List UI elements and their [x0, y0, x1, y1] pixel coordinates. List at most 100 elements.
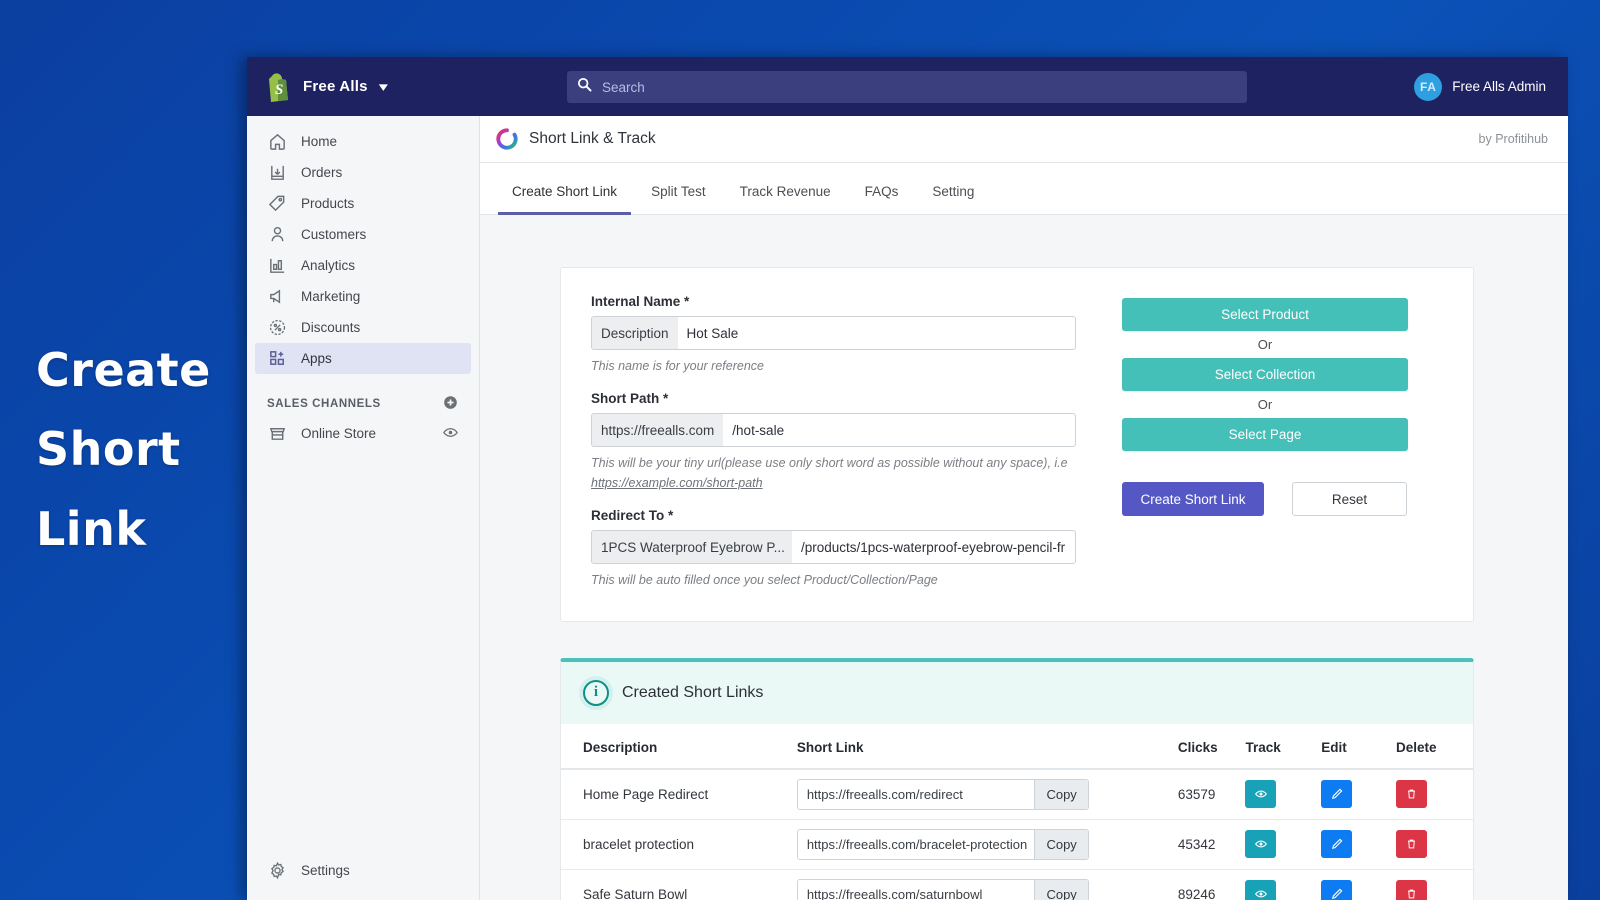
created-short-links-banner: i Created Short Links [561, 661, 1473, 724]
create-short-link-form: Internal Name * Description Hot Sale Thi… [560, 267, 1474, 622]
tab-faqs[interactable]: FAQs [851, 184, 913, 215]
sidebar-item-apps[interactable]: Apps [255, 343, 471, 374]
delete-button[interactable] [1395, 830, 1427, 858]
track-button[interactable] [1245, 780, 1277, 808]
short-path-example-link[interactable]: https://example.com/short-path [591, 476, 763, 490]
redirect-to-field[interactable]: 1PCS Waterproof Eyebrow P... /products/1… [591, 530, 1076, 565]
row-track-cell [1245, 869, 1322, 900]
select-page-button[interactable]: Select Page [1122, 418, 1408, 451]
redirect-to-input[interactable]: /products/1pcs-waterproof-eyebrow-pencil… [792, 531, 1075, 563]
internal-name-help: This name is for your reference [591, 359, 764, 373]
chevron-down-icon: ▾ [378, 78, 388, 94]
page-title: Short Link & Track [529, 130, 656, 147]
row-delete-cell [1395, 768, 1473, 820]
table-row: Safe Saturn Bowl https://freealls.com/sa… [561, 869, 1473, 900]
store-switcher[interactable]: S Free Alls ▾ [247, 71, 547, 103]
row-clicks: 89246 [1177, 869, 1246, 900]
app-body: Home Orders Products Customers Analytics… [247, 116, 1568, 900]
short-link-field[interactable]: https://freealls.com/bracelet-protection… [796, 828, 1089, 860]
redirect-to-prefix: 1PCS Waterproof Eyebrow P... [592, 531, 792, 564]
row-clicks: 63579 [1177, 768, 1246, 820]
sidebar-item-marketing[interactable]: Marketing [255, 281, 471, 312]
sidebar-item-online-store[interactable]: Online Store [255, 418, 471, 449]
row-description: Home Page Redirect [561, 768, 797, 820]
delete-button[interactable] [1395, 880, 1427, 900]
col-delete: Delete [1395, 723, 1473, 770]
col-short-link: Short Link [796, 723, 1178, 770]
sales-channels-label: SALES CHANNELS [267, 398, 381, 410]
table-header-row: Description Short Link Clicks Track Edit… [561, 723, 1473, 770]
tab-setting[interactable]: Setting [918, 184, 988, 215]
sidebar-item-label: Analytics [301, 258, 356, 273]
short-link-field[interactable]: https://freealls.com/saturnbowl Copy [796, 878, 1089, 900]
sidebar-item-settings[interactable]: Settings [255, 855, 471, 886]
edit-button[interactable] [1321, 880, 1353, 900]
promo-line-2: Short [36, 422, 181, 477]
copy-button[interactable]: Copy [1034, 829, 1088, 859]
user-menu[interactable]: FA Free Alls Admin [1414, 57, 1546, 116]
sidebar-item-label: Products [301, 196, 355, 211]
eye-icon[interactable] [442, 424, 459, 444]
marketing-megaphone-icon [267, 287, 287, 307]
short-path-help: This will be your tiny url(please use on… [591, 454, 1076, 493]
short-path-input[interactable]: /hot-sale [723, 414, 1075, 446]
short-link-field[interactable]: https://freealls.com/redirect Copy [796, 778, 1089, 810]
top-bar: S Free Alls ▾ Search FA Free Alls Admin [247, 57, 1568, 116]
internal-name-label: Internal Name * [591, 294, 690, 309]
col-description: Description [561, 723, 797, 770]
customers-icon [267, 225, 287, 245]
edit-button[interactable] [1321, 830, 1353, 858]
short-link-value[interactable]: https://freealls.com/saturnbowl [797, 879, 1035, 900]
tab-create-short-link[interactable]: Create Short Link [498, 184, 632, 215]
row-short-link-cell: https://freealls.com/redirect Copy [796, 768, 1178, 820]
scroll-area: Internal Name * Description Hot Sale Thi… [480, 215, 1568, 900]
sidebar-item-label: Home [301, 134, 338, 149]
col-edit: Edit [1321, 723, 1396, 770]
sidebar-item-label: Settings [301, 863, 350, 878]
select-product-button[interactable]: Select Product [1122, 298, 1408, 331]
copy-button[interactable]: Copy [1034, 779, 1088, 809]
short-link-value[interactable]: https://freealls.com/bracelet-protection [797, 829, 1035, 859]
shopify-admin-window: S Free Alls ▾ Search FA Free Alls Admin [247, 57, 1568, 900]
sidebar-item-label: Orders [301, 165, 343, 180]
row-short-link-cell: https://freealls.com/bracelet-protection… [796, 819, 1178, 870]
sidebar-item-home[interactable]: Home [255, 126, 471, 157]
avatar: FA [1414, 72, 1443, 101]
track-button[interactable] [1245, 830, 1277, 858]
info-circle-icon: i [583, 679, 609, 706]
tab-track-revenue[interactable]: Track Revenue [726, 184, 845, 215]
sidebar-item-settings-wrap: Settings [247, 855, 479, 886]
row-delete-cell [1395, 819, 1473, 870]
track-button[interactable] [1245, 880, 1277, 900]
internal-name-field[interactable]: Description Hot Sale [591, 316, 1076, 350]
delete-button[interactable] [1395, 780, 1427, 808]
internal-name-prefix: Description [592, 317, 678, 349]
sidebar-item-orders[interactable]: Orders [255, 157, 471, 188]
copy-button[interactable]: Copy [1034, 879, 1088, 900]
internal-name-input[interactable]: Hot Sale [678, 317, 1075, 349]
create-short-link-button[interactable]: Create Short Link [1122, 482, 1264, 516]
select-collection-button[interactable]: Select Collection [1122, 358, 1408, 391]
sidebar-item-label: Apps [301, 351, 332, 366]
redirect-to-label: Redirect To * [591, 508, 674, 524]
sidebar-item-label: Online Store [301, 426, 377, 441]
plus-circle-icon[interactable] [442, 394, 459, 414]
sidebar-item-analytics[interactable]: Analytics [255, 250, 471, 281]
tab-split-test[interactable]: Split Test [637, 184, 720, 215]
search-input[interactable]: Search [567, 71, 1247, 103]
table-head: Description Short Link Clicks Track Edit… [561, 723, 1473, 770]
promo-line-3: Link [36, 501, 147, 556]
tab-bar: Create Short Link Split Test Track Reven… [480, 163, 1568, 215]
sidebar-item-products[interactable]: Products [255, 188, 471, 219]
row-track-cell [1245, 819, 1322, 870]
reset-button[interactable]: Reset [1292, 482, 1407, 516]
sidebar: Home Orders Products Customers Analytics… [247, 116, 480, 900]
edit-button[interactable] [1321, 780, 1353, 808]
short-link-value[interactable]: https://freealls.com/redirect [797, 779, 1035, 809]
sidebar-item-customers[interactable]: Customers [255, 219, 471, 250]
promo-line-1: Create [36, 343, 211, 398]
short-path-field[interactable]: https://freealls.com /hot-sale [591, 413, 1076, 448]
sidebar-item-label: Discounts [301, 320, 361, 335]
form-submit-row: Create Short Link Reset [1122, 482, 1408, 516]
sidebar-item-discounts[interactable]: Discounts [255, 312, 471, 343]
